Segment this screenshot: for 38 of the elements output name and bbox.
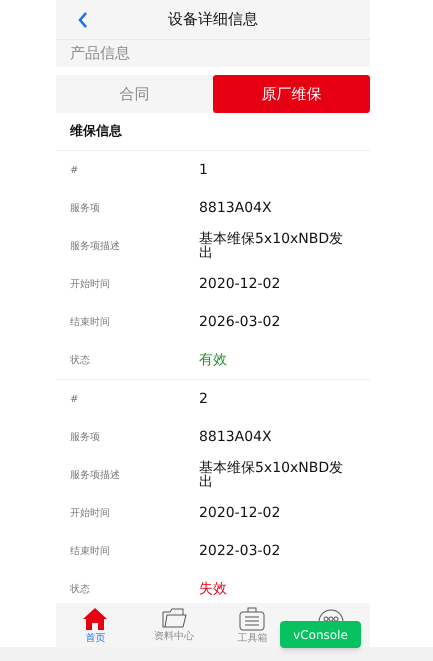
field-label: # xyxy=(70,164,80,178)
field-value: 基本维保5x10xNBD发出 xyxy=(199,232,344,260)
field-label: 结束时间 xyxy=(70,316,111,330)
nav-label[interactable]: 首页 xyxy=(85,631,106,646)
field-label: 服务项描述 xyxy=(70,240,121,254)
nav-label[interactable]: 工具箱 xyxy=(237,631,268,646)
field-label: 服务项 xyxy=(70,430,101,444)
field-label: 开始时间 xyxy=(70,506,111,520)
home-icon[interactable] xyxy=(82,607,108,631)
field-label: 状态 xyxy=(70,354,91,368)
field-label: 服务项描述 xyxy=(70,468,121,482)
field-value: 基本维保5x10xNBD发出 xyxy=(199,461,344,489)
status-value: 失效 xyxy=(199,580,227,598)
tab[interactable]: 合同 xyxy=(56,75,213,113)
vconsole-button[interactable]: vConsole xyxy=(280,621,361,648)
nav-label[interactable]: 资料中心 xyxy=(154,629,194,644)
field-value: 2026-03-02 xyxy=(199,315,282,329)
field-label: # xyxy=(70,392,80,406)
field-label: 结束时间 xyxy=(70,544,111,558)
panel-title: 维保信息 xyxy=(70,122,122,141)
field-label: 开始时间 xyxy=(70,278,111,292)
field-label: 服务项 xyxy=(70,202,101,216)
page-title: 设备详细信息 xyxy=(168,9,258,30)
field-value: 2 xyxy=(199,392,209,406)
field-value: 2020-12-02 xyxy=(199,506,282,520)
toolbox-icon[interactable] xyxy=(239,607,266,631)
field-value: 2022-03-02 xyxy=(199,544,282,558)
section-title: 产品信息 xyxy=(70,43,130,64)
chat-icon[interactable] xyxy=(318,607,344,623)
field-value: 8813A04X xyxy=(199,430,273,444)
field-value: 8813A04X xyxy=(199,201,273,215)
field-value: 2020-12-02 xyxy=(199,277,282,291)
tab[interactable]: 原厂维保 xyxy=(213,75,370,113)
back-icon[interactable] xyxy=(78,12,88,28)
status-value: 有效 xyxy=(199,350,227,370)
field-value: 1 xyxy=(199,163,209,177)
folder-icon[interactable] xyxy=(160,607,187,629)
field-label: 状态 xyxy=(70,582,91,596)
